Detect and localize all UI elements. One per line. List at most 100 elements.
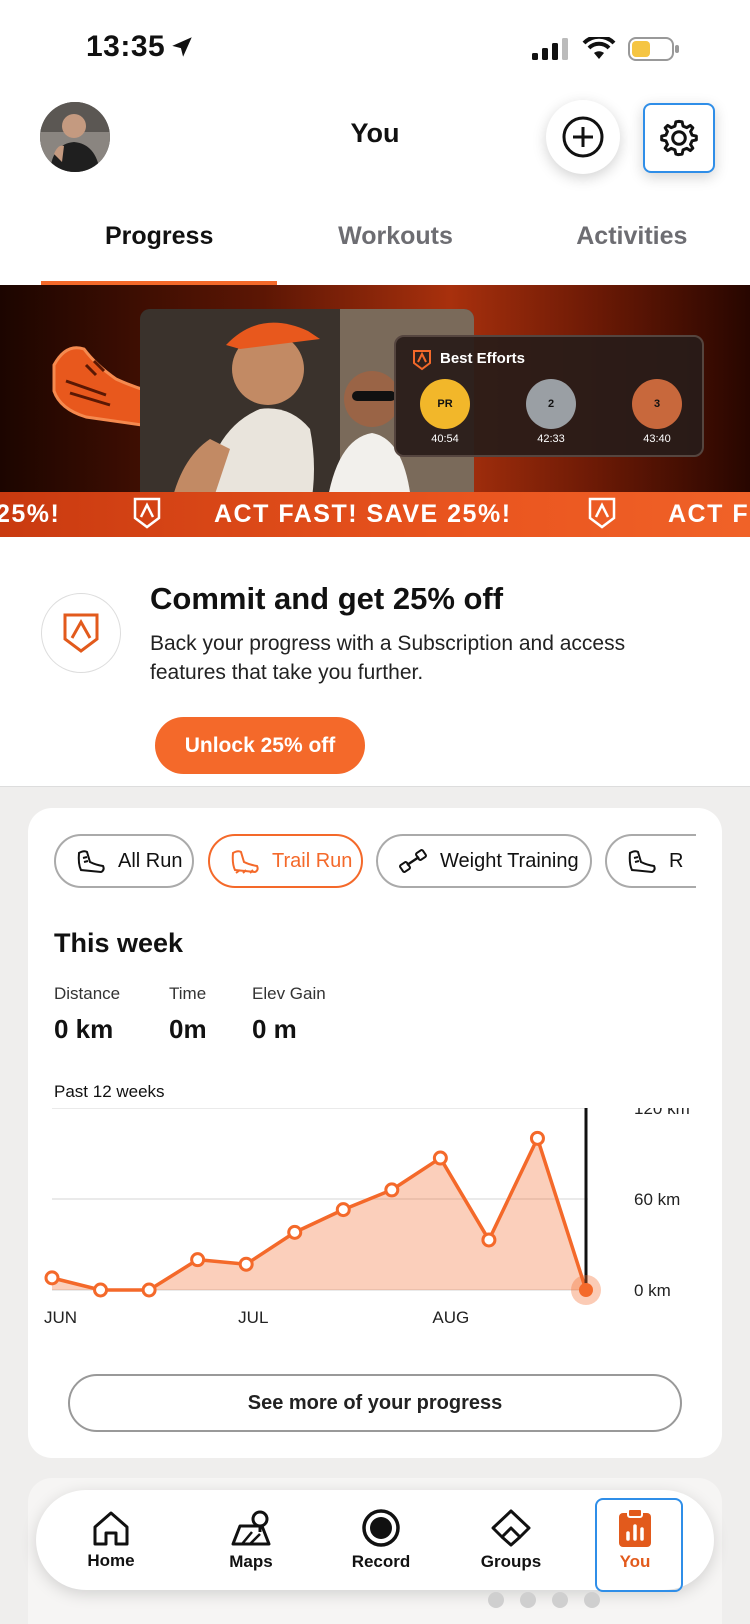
chart-x-tick-label: AUG <box>432 1308 469 1327</box>
chip-trail-run-label: Trail Run <box>272 849 353 872</box>
status-bar: 13:35 <box>0 0 750 90</box>
tab-workouts[interactable]: Workouts <box>277 205 513 285</box>
best-efforts-card: Best Efforts PR 40:54 2 42:33 3 43:40 <box>394 335 704 457</box>
stat-elev-label: Elev Gain <box>252 984 326 1003</box>
chart-point-current <box>579 1283 593 1297</box>
chart-y-tick-label: 120 km <box>634 1108 690 1118</box>
chart-point <box>432 1150 448 1166</box>
promo-banner[interactable]: Best Efforts PR 40:54 2 42:33 3 43:40 25… <box>0 285 750 537</box>
nav-you-focus-ring <box>595 1498 683 1592</box>
top-section: 13:35 You Progress Workouts Activities <box>0 0 750 285</box>
status-time: 13:35 <box>86 30 195 64</box>
chip-all-run-label: All Run <box>118 849 183 872</box>
chart-x-tick-label: JUN <box>44 1308 77 1327</box>
nav-maps[interactable]: Maps <box>186 1490 316 1590</box>
strava-shield-icon <box>133 497 161 529</box>
signal-icon <box>532 38 568 60</box>
nav-record[interactable]: Record <box>316 1490 446 1590</box>
medal-third: 3 <box>632 379 682 429</box>
strava-shield-icon <box>413 350 431 371</box>
medal-third-label: 3 <box>653 398 661 410</box>
page-dot <box>520 1592 536 1608</box>
stat-time-label: Time <box>169 984 207 1003</box>
strava-shield-icon <box>588 497 616 529</box>
ticker-text-right: ACT F <box>668 500 750 528</box>
battery-icon <box>628 37 679 61</box>
chart-y-tick-label: 0 km <box>634 1281 671 1300</box>
chip-weight-training[interactable]: Weight Training <box>376 834 592 888</box>
chart-point <box>384 1182 400 1198</box>
promo-icon <box>41 593 121 673</box>
nav-home[interactable]: Home <box>36 1490 186 1590</box>
week-title: This week <box>54 928 184 958</box>
home-icon <box>93 1511 129 1546</box>
chart-point <box>190 1252 206 1268</box>
medal-second: 2 <box>526 379 576 429</box>
chip-weight-training-label: Weight Training <box>440 849 579 872</box>
subscription-promo: Commit and get 25% off Back your progres… <box>0 537 750 787</box>
medal-second-time: 42:33 <box>537 433 565 445</box>
promo-ticker: 25%! ACT FAST! SAVE 25%! ACT F <box>0 492 750 537</box>
status-icons <box>532 36 680 62</box>
chart-area-fill <box>52 1138 586 1290</box>
nav-record-label: Record <box>351 1552 411 1571</box>
add-button[interactable] <box>546 100 620 174</box>
page-dot <box>584 1592 600 1608</box>
nav-maps-label: Maps <box>229 1552 273 1571</box>
chip-all-run[interactable]: All Run <box>54 834 194 888</box>
chart-point <box>529 1130 545 1146</box>
page-dot <box>552 1592 568 1608</box>
ticker-text-left: 25%! <box>0 500 61 528</box>
chart-point <box>287 1224 303 1240</box>
medal-pr-label: PR <box>437 398 453 410</box>
chart-point <box>481 1232 497 1248</box>
shoe-icon <box>77 850 105 874</box>
settings-button[interactable] <box>643 103 715 173</box>
chip-run[interactable]: R <box>605 834 696 888</box>
stat-elev-value: 0 m <box>252 1014 297 1044</box>
page-dots <box>488 1592 600 1608</box>
tab-activities[interactable]: Activities <box>514 205 750 285</box>
chart-point <box>141 1282 157 1298</box>
stat-distance-value: 0 km <box>54 1014 114 1044</box>
medal-second-label: 2 <box>547 398 555 410</box>
location-arrow-icon <box>172 37 192 57</box>
page-dot <box>488 1592 504 1608</box>
chart-point <box>335 1202 351 1218</box>
promo-heading: Commit and get 25% off <box>150 581 504 616</box>
tab-bar: Progress Workouts Activities <box>0 205 750 285</box>
tab-progress[interactable]: Progress <box>0 205 278 285</box>
chart-point <box>93 1282 109 1298</box>
best-efforts-title: Best Efforts <box>440 350 526 367</box>
stat-distance-label: Distance <box>54 984 121 1003</box>
shoe-icon <box>628 850 656 874</box>
chip-run-label: R <box>669 849 684 872</box>
chip-trail-run[interactable]: Trail Run <box>208 834 363 888</box>
clock-text: 13:35 <box>86 30 166 63</box>
groups-icon <box>491 1509 531 1547</box>
record-icon <box>362 1509 400 1547</box>
weekly-distance-chart[interactable]: 120 km 60 km 0 km JUN JUL AUG <box>28 1108 722 1358</box>
promo-body: Back your progress with a Subscription a… <box>150 632 626 684</box>
chart-x-tick-label: JUL <box>238 1308 268 1327</box>
medal-pr-time: 40:54 <box>431 433 459 445</box>
nav-groups[interactable]: Groups <box>446 1490 576 1590</box>
trail-shoe-icon <box>231 850 259 874</box>
medal-pr: PR <box>420 379 470 429</box>
chart-point <box>44 1270 60 1286</box>
dumbbell-icon <box>399 849 427 873</box>
medal-third-time: 43:40 <box>643 433 671 445</box>
progress-card: All Run Trail Run Weight Training R This… <box>28 808 722 1458</box>
sport-filter-chips[interactable]: All Run Trail Run Weight Training R <box>54 834 696 888</box>
ticker-text-middle: ACT FAST! SAVE 25%! <box>214 500 512 528</box>
chart-period-label: Past 12 weeks <box>54 1082 165 1101</box>
unlock-button[interactable]: Unlock 25% off <box>155 717 365 774</box>
nav-groups-label: Groups <box>480 1552 542 1571</box>
stat-time-value: 0m <box>169 1014 207 1044</box>
plus-circle-icon <box>562 116 604 158</box>
gear-icon <box>660 119 698 157</box>
see-more-button[interactable]: See more of your progress <box>68 1374 682 1432</box>
wifi-icon <box>582 37 616 59</box>
maps-icon <box>231 1510 271 1546</box>
strava-shield-icon <box>63 613 99 653</box>
